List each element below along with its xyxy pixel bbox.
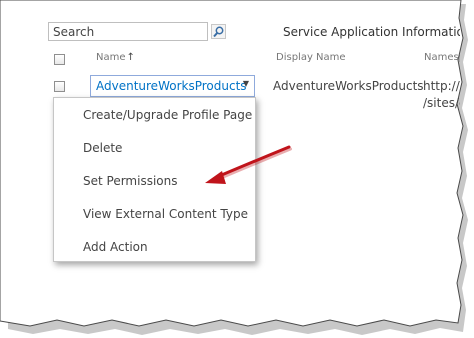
annotation-arrow bbox=[205, 145, 292, 184]
